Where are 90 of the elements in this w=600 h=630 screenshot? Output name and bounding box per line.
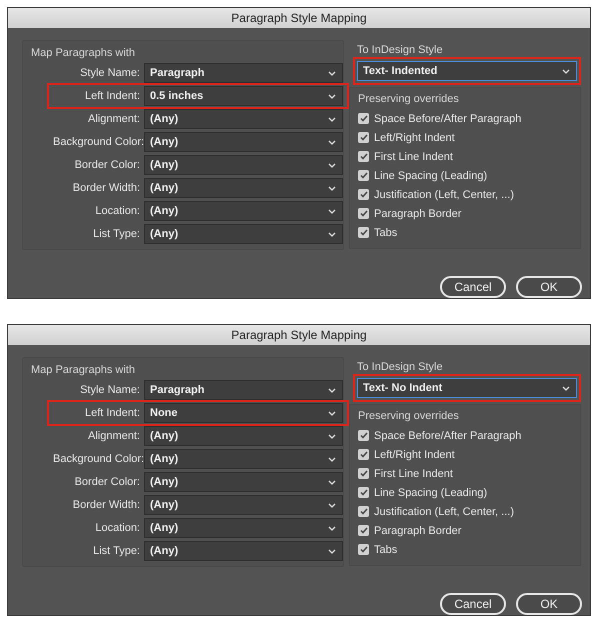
caret-icon [562, 386, 570, 390]
caret-icon [328, 232, 336, 236]
field-label: Left Indent: [84, 407, 140, 419]
field-label: Style Name: [79, 67, 140, 79]
caret-icon [328, 70, 336, 76]
checkbox-label: Tabs [374, 226, 398, 238]
field-label: Style Name: [79, 384, 140, 396]
dropdown[interactable]: (Any) [144, 109, 343, 129]
field-label: Left Indent: [84, 90, 140, 102]
dialog-title: Paragraph Style Mapping [231, 328, 367, 342]
caret-icon [328, 162, 336, 168]
checkbox[interactable] [358, 227, 369, 238]
checkbox[interactable] [358, 430, 369, 441]
checkbox-label: First Line Indent [374, 150, 453, 162]
checkbox[interactable] [358, 468, 369, 479]
dropdown[interactable]: None [144, 403, 343, 423]
checkbox[interactable] [358, 170, 369, 181]
dropdown[interactable]: (Any) [144, 449, 343, 469]
checkbox[interactable] [358, 132, 369, 143]
checkbox[interactable] [358, 189, 369, 200]
checkbox[interactable] [358, 151, 369, 162]
dropdown[interactable]: (Any) [144, 472, 343, 492]
field-label: Location: [94, 522, 140, 534]
field-label: List Type: [92, 228, 140, 240]
checkbox-label: Tabs [374, 544, 398, 556]
checkbox-label: Left/Right Indent [374, 448, 455, 460]
checkbox-label: Paragraph Border [374, 524, 462, 536]
group-heading: Map Paragraphs with [31, 364, 135, 376]
field-label: Alignment: [87, 113, 140, 125]
caret-icon [328, 116, 336, 122]
checkbox-label: First Line Indent [374, 468, 453, 480]
checkbox[interactable] [358, 506, 369, 517]
caret-icon [328, 548, 336, 554]
checkbox-label: Line Spacing (Leading) [374, 170, 488, 182]
dialog-title: Paragraph Style Mapping [231, 11, 367, 25]
checkbox[interactable] [358, 525, 369, 536]
group-heading: Preserving overrides [358, 410, 459, 422]
dropdown[interactable]: (Any) [144, 541, 343, 561]
dropdown[interactable]: (Any) [144, 426, 343, 446]
field-label: Location: [94, 205, 140, 217]
group-heading: Preserving overrides [358, 93, 459, 105]
style-dropdown[interactable]: Text- Indented [357, 61, 577, 81]
checkbox[interactable] [358, 113, 369, 124]
dialog-button[interactable]: OK [516, 276, 582, 298]
dropdown[interactable]: (Any) [144, 178, 343, 198]
checkbox[interactable] [358, 208, 369, 219]
checkbox-label: Space Before/After Paragraph [374, 112, 522, 124]
field-label: Border Width: [72, 182, 140, 194]
checkbox-label: Justification (Left, Center, ...) [374, 506, 514, 518]
dropdown[interactable]: (Any) [144, 132, 343, 152]
field-label: Border Width: [72, 499, 140, 511]
caret-icon [328, 140, 336, 144]
style-dropdown[interactable]: Text- No Indent [357, 378, 577, 398]
field-label: List Type: [92, 545, 140, 557]
caret-icon [328, 434, 336, 438]
group-heading: To InDesign Style [357, 44, 443, 56]
dialog-button[interactable]: Cancel [440, 593, 506, 615]
checkbox[interactable] [358, 449, 369, 460]
caret-icon [328, 410, 336, 416]
caret-icon [328, 456, 336, 462]
checkbox[interactable] [358, 487, 369, 498]
caret-icon [328, 94, 336, 98]
caret-icon [562, 68, 570, 74]
caret-icon [328, 186, 336, 190]
checkbox-label: Paragraph Border [374, 208, 462, 220]
dropdown[interactable]: 0.5 inches [144, 86, 343, 106]
dropdown[interactable]: Paragraph [144, 63, 343, 83]
caret-icon [328, 480, 336, 484]
dropdown[interactable]: (Any) [144, 155, 343, 175]
field-label: Border Color: [74, 159, 140, 171]
field-label: Alignment: [87, 430, 140, 442]
dropdown[interactable]: (Any) [144, 224, 343, 244]
checkbox-label: Line Spacing (Leading) [374, 486, 488, 498]
checkbox-label: Justification (Left, Center, ...) [374, 188, 514, 200]
dropdown[interactable]: (Any) [144, 495, 343, 515]
dropdown[interactable]: (Any) [144, 201, 343, 221]
dropdown[interactable]: Paragraph [144, 380, 343, 400]
field-label: Border Color: [74, 476, 140, 488]
group-heading: Map Paragraphs with [31, 47, 135, 59]
checkbox[interactable] [358, 544, 369, 555]
caret-icon [328, 526, 336, 530]
dialog-button[interactable]: OK [516, 593, 582, 615]
dialog-button[interactable]: Cancel [440, 276, 506, 298]
checkbox-label: Space Before/After Paragraph [374, 430, 522, 442]
dropdown[interactable]: (Any) [144, 518, 343, 538]
caret-icon [328, 502, 336, 508]
group-heading: To InDesign Style [357, 361, 443, 373]
checkbox-label: Left/Right Indent [374, 132, 455, 144]
caret-icon [328, 388, 336, 392]
caret-icon [328, 208, 336, 214]
